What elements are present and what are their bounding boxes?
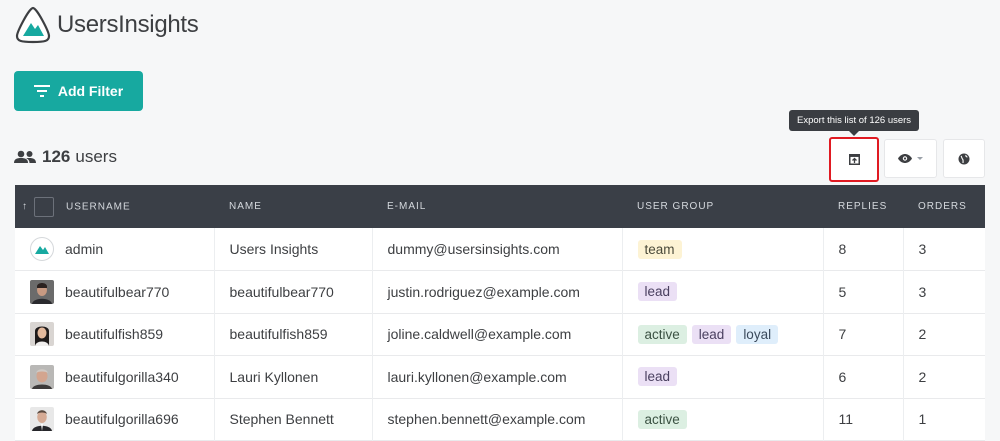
email-cell: lauri.kyllonen@example.com (372, 355, 623, 398)
email-cell: justin.rodriguez@example.com (372, 270, 623, 313)
add-filter-button[interactable]: Add Filter (14, 71, 143, 111)
sort-arrow-icon[interactable]: ↑ (22, 201, 28, 212)
user-count-number: 126 (42, 147, 71, 166)
chevron-down-icon (916, 157, 923, 160)
email-cell: joline.caldwell@example.com (372, 313, 623, 356)
brand-logo: UsersInsights (15, 6, 199, 44)
group-badge: active (637, 324, 687, 344)
add-filter-label: Add Filter (57, 83, 124, 99)
replies-cell: 5 (823, 270, 904, 313)
group-badge: lead (691, 324, 732, 344)
user-group-cell: active lead loyal (622, 313, 824, 356)
table-header-row: ↑ USERNAME NAME E-MAIL USER GROUP REPLIES… (15, 185, 985, 228)
avatar (30, 364, 54, 389)
avatar-photo (30, 364, 54, 389)
group-badge: loyal (736, 324, 779, 344)
map-view-button[interactable] (943, 139, 985, 178)
avatar-photo (30, 279, 54, 304)
replies-cell: 11 (823, 398, 904, 441)
avatar (30, 279, 54, 304)
replies-cell: 7 (823, 313, 904, 356)
table-row[interactable]: admin Users Insights dummy@usersinsights… (15, 228, 985, 271)
user-group-cell: lead (622, 270, 824, 313)
orders-cell: 3 (918, 241, 927, 257)
email-cell: stephen.bennett@example.com (372, 398, 623, 441)
replies-cell: 8 (823, 228, 904, 271)
name-cell: Users Insights (214, 228, 373, 271)
column-username-label: USERNAME (66, 201, 131, 213)
group-badge: lead (637, 282, 678, 302)
username-link[interactable]: admin (65, 241, 103, 257)
table-row[interactable]: beautifulgorilla340 Lauri Kyllonen lauri… (15, 355, 985, 398)
username-link[interactable]: beautifulgorilla340 (65, 369, 179, 385)
export-tooltip: Export this list of 126 users (789, 110, 920, 136)
avatar (30, 237, 54, 261)
orders-cell: 2 (918, 368, 927, 385)
brand-name: UsersInsights (57, 11, 199, 38)
logo-avatar-icon (35, 246, 49, 254)
user-group-cell: team (622, 228, 824, 271)
column-replies[interactable]: REPLIES (823, 185, 903, 228)
username-link[interactable]: beautifulgorilla696 (65, 411, 179, 427)
avatar (30, 407, 54, 432)
name-cell: Lauri Kyllonen (214, 355, 373, 398)
column-orders[interactable]: ORDERS (903, 185, 985, 228)
table-row[interactable]: beautifulbear770 beautifulbear770 justin… (15, 270, 985, 313)
column-username[interactable]: ↑ USERNAME (15, 185, 214, 228)
name-cell: Stephen Bennett (214, 398, 373, 441)
logo-icon (15, 6, 51, 44)
email-cell: dummy@usersinsights.com (372, 228, 623, 271)
group-badge: team (637, 239, 682, 259)
name-cell: beautifulfish859 (214, 313, 373, 356)
orders-cell: 3 (918, 283, 927, 300)
replies-cell: 6 (823, 355, 904, 398)
column-visibility-button[interactable] (884, 139, 937, 178)
name-cell: beautifulbear770 (214, 270, 373, 313)
avatar (30, 322, 54, 347)
group-badge: active (637, 409, 687, 429)
username-link[interactable]: beautifulbear770 (65, 284, 169, 300)
orders-cell: 1 (918, 411, 927, 428)
user-count: 126 users (14, 147, 117, 167)
globe-icon (958, 153, 970, 164)
avatar-photo (30, 322, 54, 347)
column-user-group[interactable]: USER GROUP (622, 185, 823, 228)
select-all-checkbox[interactable] (34, 196, 54, 217)
user-group-cell: active (622, 398, 824, 441)
export-icon (848, 154, 860, 165)
avatar-photo (30, 407, 54, 432)
column-name[interactable]: NAME (214, 185, 372, 228)
user-group-cell: lead (622, 355, 824, 398)
column-email[interactable]: E-MAIL (372, 185, 622, 228)
users-icon (14, 150, 36, 163)
username-link[interactable]: beautifulfish859 (65, 326, 163, 342)
table-row[interactable]: beautifulgorilla696 Stephen Bennett step… (15, 398, 985, 441)
filter-icon (33, 85, 50, 97)
user-count-label: users (75, 147, 117, 166)
group-badge: lead (637, 367, 678, 387)
users-table: ↑ USERNAME NAME E-MAIL USER GROUP REPLIES… (15, 185, 985, 441)
table-row[interactable]: beautifulfish859 beautifulfish859 joline… (15, 313, 985, 356)
eye-icon (897, 154, 912, 163)
export-button[interactable] (829, 137, 879, 182)
orders-cell: 2 (918, 326, 927, 343)
